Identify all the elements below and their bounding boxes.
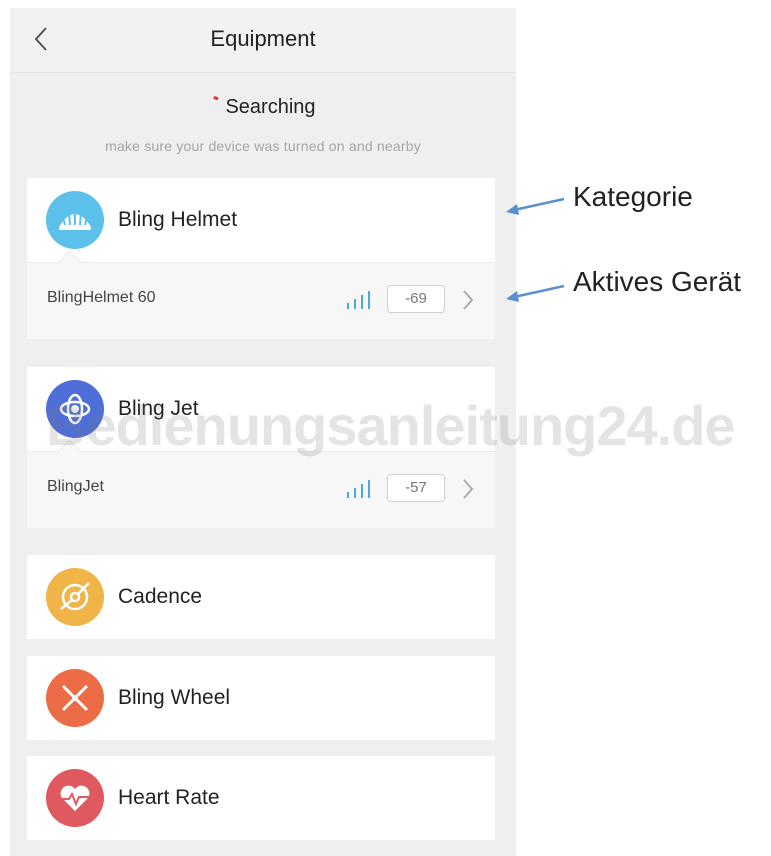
- signal-bars-icon: [347, 291, 370, 309]
- loading-spinner-icon: [213, 95, 220, 101]
- category-row-bling-helmet[interactable]: Bling Helmet: [27, 178, 495, 262]
- device-name: BlingJet: [47, 478, 104, 495]
- category-card-heart-rate: Heart Rate: [27, 756, 495, 840]
- arrow-icon: [506, 197, 565, 215]
- heart-rate-icon: [46, 769, 104, 827]
- cadence-icon: [46, 568, 104, 626]
- equipment-screen: Equipment Searching make sure your devic…: [10, 8, 516, 856]
- annotation-active-device: Aktives Gerät: [573, 266, 742, 297]
- category-card-bling-wheel: Bling Wheel: [27, 656, 495, 740]
- wheel-icon: [46, 669, 104, 727]
- arrow-icon: [506, 284, 565, 302]
- annotation-category: Kategorie: [573, 181, 693, 212]
- searching-label: Searching: [225, 96, 316, 118]
- category-label: Heart Rate: [118, 786, 220, 809]
- search-status: Searching: [10, 95, 516, 119]
- device-row-blinghelmet[interactable]: BlingHelmet 60 -69: [27, 250, 495, 339]
- device-name: BlingHelmet 60: [47, 289, 156, 306]
- category-row-bling-wheel[interactable]: Bling Wheel: [27, 656, 495, 740]
- helmet-icon: [46, 191, 104, 249]
- category-label: Cadence: [118, 585, 203, 608]
- rssi-badge: -57: [387, 474, 445, 502]
- category-card-bling-jet: Bling Jet BlingJet -57: [27, 367, 495, 528]
- category-row-bling-jet[interactable]: Bling Jet: [27, 367, 495, 451]
- chevron-right-icon: [463, 479, 474, 499]
- category-label: Bling Wheel: [118, 686, 231, 709]
- category-row-cadence[interactable]: Cadence: [27, 555, 495, 639]
- category-label: Bling Helmet: [118, 208, 238, 231]
- signal-bars-icon: [347, 480, 370, 498]
- category-card-bling-helmet: Bling Helmet BlingHelmet 60 -69: [27, 178, 495, 339]
- page-title: Equipment: [210, 26, 316, 51]
- jet-icon: [46, 380, 104, 438]
- category-card-cadence: Cadence: [27, 555, 495, 639]
- header-bar: Equipment: [10, 8, 516, 73]
- category-row-heart-rate[interactable]: Heart Rate: [27, 756, 495, 840]
- category-label: Bling Jet: [118, 397, 199, 420]
- search-hint: make sure your device was turned on and …: [105, 138, 421, 154]
- rssi-badge: -69: [387, 285, 445, 313]
- device-row-blingjet[interactable]: BlingJet -57: [27, 439, 495, 528]
- chevron-right-icon: [463, 290, 474, 310]
